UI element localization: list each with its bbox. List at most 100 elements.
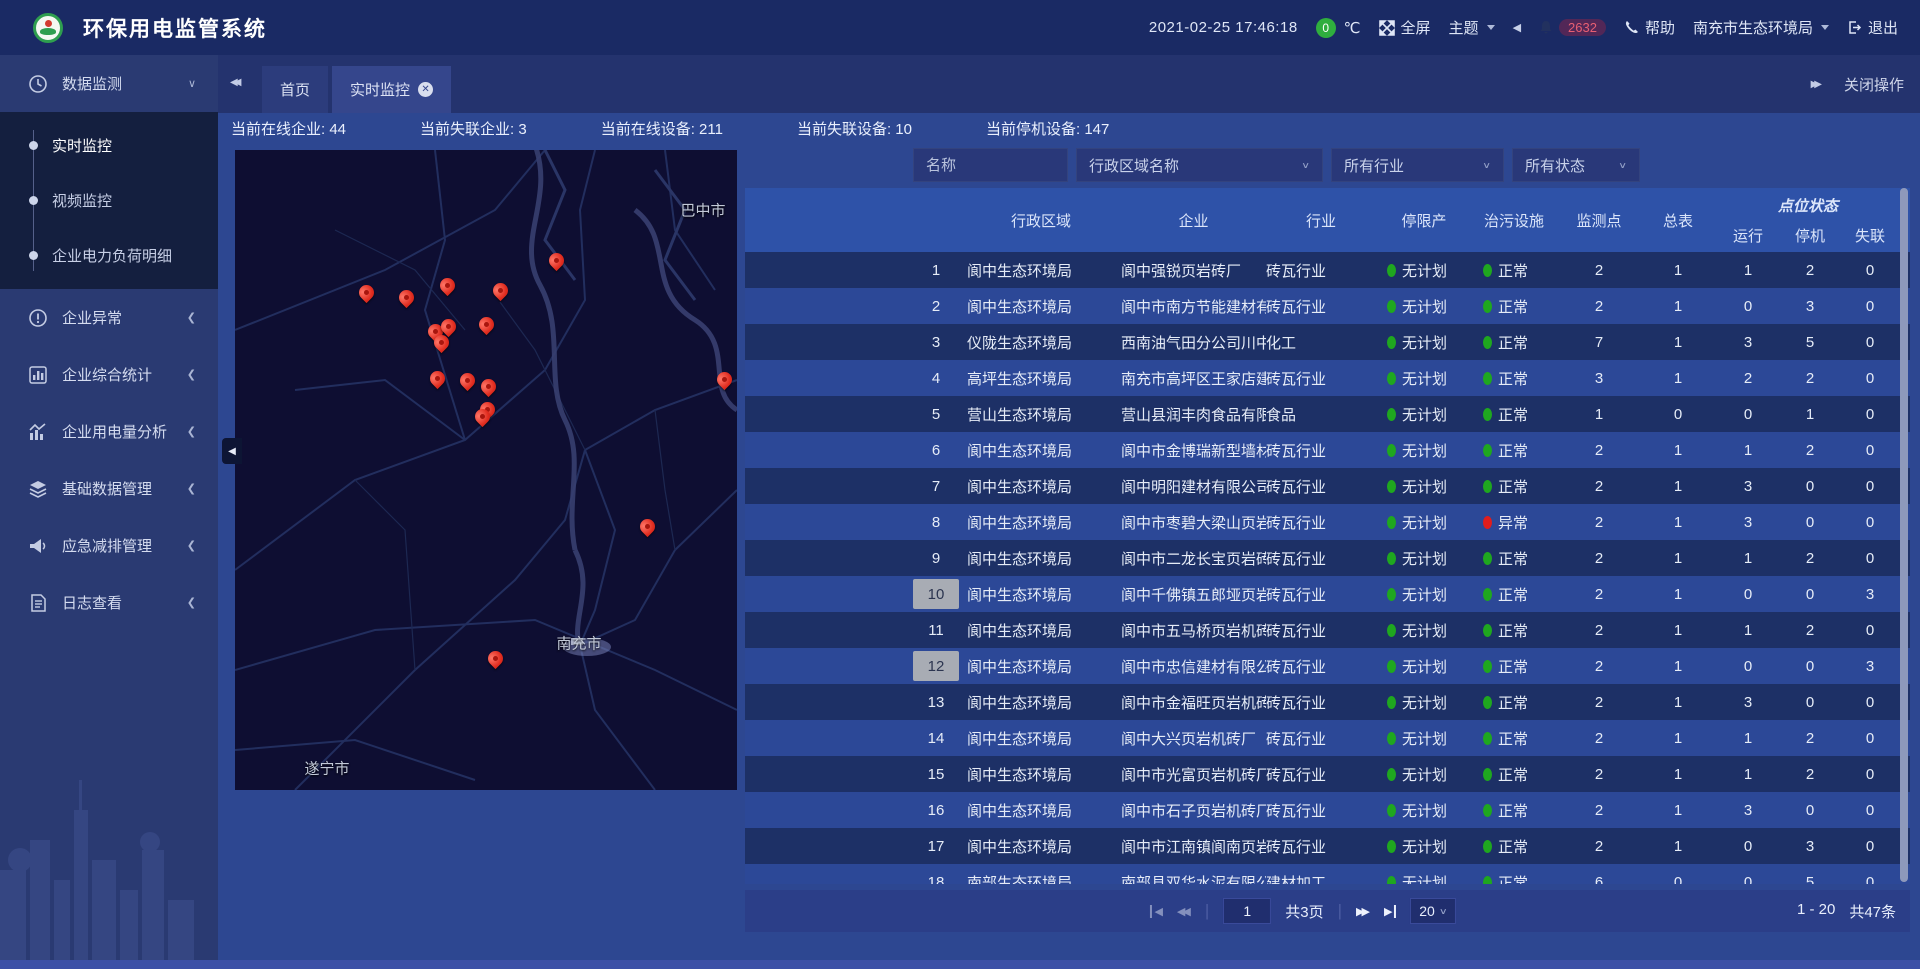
status-dot-green	[1483, 876, 1492, 885]
name-search-input[interactable]	[913, 148, 1068, 182]
last-page-button[interactable]: ▶	[1384, 905, 1396, 918]
table-row[interactable]: 9阆中生态环境局阆中市二龙长宝页岩砖砖瓦行业无计划正常21120	[745, 540, 1910, 576]
first-page-button[interactable]: ◀	[1149, 905, 1162, 918]
sidebar-subitem[interactable]: 实时监控	[0, 118, 218, 173]
cell-industry: 砖瓦行业	[1266, 296, 1376, 317]
cell-stopped-count: 0	[1782, 802, 1838, 819]
sidebar-item-6[interactable]: 应急减排管理❮	[0, 517, 218, 574]
table-row[interactable]: 15阆中生态环境局阆中市光富页岩机砖厂砖瓦行业无计划正常21120	[745, 756, 1910, 792]
sidebar-subitem[interactable]: 企业电力负荷明细	[0, 228, 218, 283]
sidebar-subitem[interactable]: 视频监控	[0, 173, 218, 228]
status-select[interactable]: 所有状态 ∨	[1512, 148, 1640, 182]
fullscreen-button[interactable]: 全屏	[1379, 17, 1431, 38]
cell-index: 13	[911, 687, 961, 717]
cell-company: 阆中市金福旺页岩机砖	[1121, 692, 1266, 713]
table-row[interactable]: 8阆中生态环境局阆中市枣碧大梁山页岩砖瓦行业无计划异常21300	[745, 504, 1910, 540]
cell-stop-plan: 无计划	[1376, 512, 1472, 533]
table-row[interactable]: 7阆中生态环境局阆中明阳建材有限公司砖瓦行业无计划正常21300	[745, 468, 1910, 504]
map-panel[interactable]: 巴中市南充市遂宁市	[235, 150, 737, 790]
speaker-icon[interactable]: ◀	[1513, 21, 1521, 34]
help-button[interactable]: 帮助	[1624, 17, 1675, 38]
table-row[interactable]: 5营山生态环境局营山县润丰肉食品有限食品无计划正常10010	[745, 396, 1910, 432]
app-title: 环保用电监管系统	[83, 13, 267, 43]
status-dot-green	[1483, 804, 1492, 817]
panel-collapse-handle[interactable]: ◀	[222, 438, 242, 464]
table-row[interactable]: 17阆中生态环境局阆中市江南镇阆南页岩砖瓦行业无计划正常21030	[745, 828, 1910, 864]
sidebar-item-7[interactable]: 日志查看❮	[0, 574, 218, 631]
tabs-scroll-right-icon[interactable]: ▶▶	[1811, 79, 1818, 90]
cell-stop-plan: 无计划	[1376, 368, 1472, 389]
table-row[interactable]: 4高坪生态环境局南充市高坪区王家店建砖瓦行业无计划正常31220	[745, 360, 1910, 396]
status-dot-green	[1483, 408, 1492, 421]
cell-monitor-count: 2	[1556, 262, 1642, 279]
row-index: 18	[913, 867, 959, 884]
table-row[interactable]: 13阆中生态环境局阆中市金福旺页岩机砖砖瓦行业无计划正常21300	[745, 684, 1910, 720]
sidebar-item-1[interactable]: 数据监测∨	[0, 55, 218, 112]
logout-button[interactable]: 退出	[1847, 17, 1898, 38]
cell-meter-count: 1	[1642, 442, 1714, 459]
sidebar-item-4[interactable]: 企业用电量分析❮	[0, 403, 218, 460]
stop-plan-label: 无计划	[1402, 440, 1447, 461]
cell-region: 阆中生态环境局	[961, 692, 1121, 713]
table-row[interactable]: 12阆中生态环境局阆中市忠信建材有限公砖瓦行业无计划正常21003	[745, 648, 1910, 684]
cell-run-count: 2	[1714, 370, 1782, 387]
temperature-unit: ℃	[1344, 19, 1361, 37]
status-dot-green	[1483, 732, 1492, 745]
industry-select[interactable]: 所有行业 ∨	[1331, 148, 1504, 182]
cell-run-count: 3	[1714, 514, 1782, 531]
next-page-button[interactable]: ▶▶	[1356, 905, 1370, 918]
log-icon	[28, 593, 48, 613]
tab-home-label: 首页	[280, 79, 310, 100]
cell-company: 阆中市二龙长宝页岩砖	[1121, 548, 1266, 569]
theme-label: 主题	[1449, 17, 1479, 38]
region-select[interactable]: 行政区域名称 ∨	[1076, 148, 1323, 182]
tab-realtime-monitor[interactable]: 实时监控 ✕	[332, 66, 451, 113]
cell-facility-status: 正常	[1472, 440, 1556, 461]
cell-lost-count: 0	[1838, 298, 1902, 315]
table-row[interactable]: 18南部生态环境局南部县双华水泥有限公建材加工无计划正常60050	[745, 864, 1910, 884]
cell-region: 营山生态环境局	[961, 404, 1121, 425]
cell-monitor-count: 2	[1556, 802, 1642, 819]
table-row[interactable]: 6阆中生态环境局阆中市金博瑞新型墙材砖瓦行业无计划正常21120	[745, 432, 1910, 468]
close-operations-button[interactable]: 关闭操作	[1844, 74, 1904, 95]
sidebar-item-2[interactable]: 企业异常❮	[0, 289, 218, 346]
cell-meter-count: 0	[1642, 874, 1714, 885]
facility-status-label: 正常	[1498, 332, 1528, 353]
sidebar-item-5[interactable]: 基础数据管理❮	[0, 460, 218, 517]
close-tab-icon[interactable]: ✕	[418, 82, 433, 97]
notification-bell[interactable]: 2632	[1539, 19, 1606, 36]
chevron-down-icon: ∨	[1618, 160, 1627, 170]
stats-icon	[28, 365, 48, 385]
status-dot-green	[1387, 444, 1396, 457]
top-header-bar: 环保用电监管系统 2021-02-25 17:46:18 0 ℃ 全屏 主题 ◀…	[0, 0, 1920, 55]
cell-lost-count: 3	[1838, 658, 1902, 675]
table-row[interactable]: 16阆中生态环境局阆中市石子页岩机砖厂砖瓦行业无计划正常21300	[745, 792, 1910, 828]
theme-dropdown[interactable]: 主题	[1449, 17, 1495, 38]
table-row[interactable]: 2阆中生态环境局阆中市南方节能建材有砖瓦行业无计划正常21030	[745, 288, 1910, 324]
phone-icon	[1624, 20, 1639, 35]
status-dot-green	[1483, 264, 1492, 277]
cell-meter-count: 1	[1642, 586, 1714, 603]
cell-stop-plan: 无计划	[1376, 836, 1472, 857]
page-number-input[interactable]	[1223, 898, 1271, 924]
cell-stopped-count: 2	[1782, 262, 1838, 279]
tab-home[interactable]: 首页	[262, 66, 328, 113]
sidebar-submenu: 实时监控视频监控企业电力负荷明细	[0, 112, 218, 289]
table-row[interactable]: 11阆中生态环境局阆中市五马桥页岩机砖砖瓦行业无计划正常21120	[745, 612, 1910, 648]
sidebar-item-3[interactable]: 企业综合统计❮	[0, 346, 218, 403]
prev-page-button[interactable]: ◀◀	[1177, 905, 1191, 918]
row-index: 7	[913, 471, 959, 501]
col-header: 行业	[1266, 188, 1376, 252]
table-row[interactable]: 3仪陇生态环境局西南油气田分公司川中化工无计划正常71350	[745, 324, 1910, 360]
cell-industry: 砖瓦行业	[1266, 548, 1376, 569]
table-row[interactable]: 1阆中生态环境局阆中强锐页岩砖厂砖瓦行业无计划正常21120	[745, 252, 1910, 288]
col-spacer	[745, 188, 911, 252]
table-scrollbar[interactable]	[1900, 188, 1908, 882]
table-row[interactable]: 14阆中生态环境局阆中大兴页岩机砖厂砖瓦行业无计划正常21120	[745, 720, 1910, 756]
stats-bar: 当前在线企业: 44当前失联企业: 3当前在线设备: 211当前失联设备: 10…	[218, 113, 1920, 143]
org-dropdown[interactable]: 南充市生态环境局	[1693, 17, 1829, 38]
page-size-select[interactable]: 20 ∨	[1410, 898, 1456, 924]
stop-plan-label: 无计划	[1402, 764, 1447, 785]
tabs-scroll-left-icon[interactable]: ◀◀	[230, 77, 237, 88]
table-row[interactable]: 10阆中生态环境局阆中千佛镇五郎垭页岩砖瓦行业无计划正常21003	[745, 576, 1910, 612]
